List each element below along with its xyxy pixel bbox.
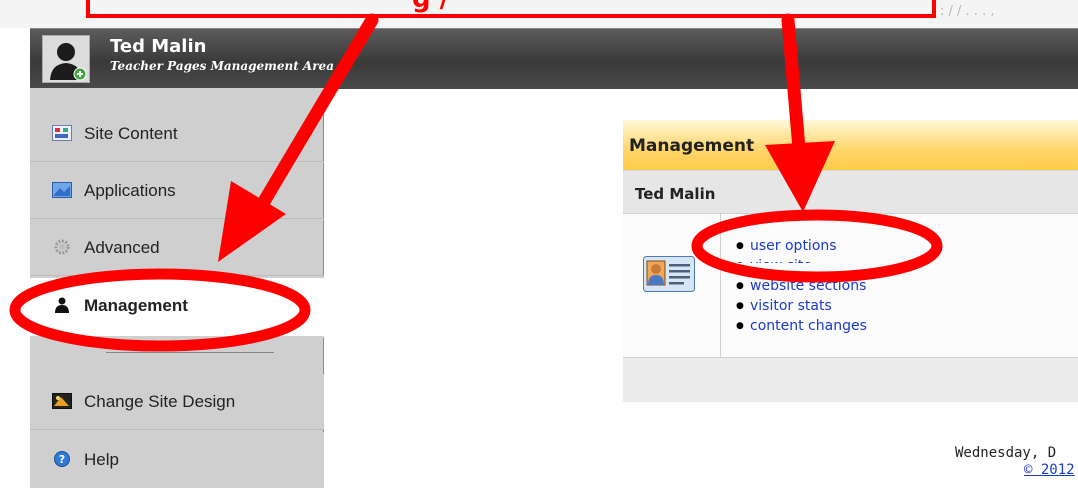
annotation-arrow-right xyxy=(781,13,807,167)
annotation-overlay xyxy=(9,13,943,352)
annotation-arrow-left xyxy=(243,13,379,232)
annotation-ellipse-user-options xyxy=(691,209,943,283)
annotation-ellipse-management xyxy=(9,268,311,352)
annotation-arrowhead-right xyxy=(765,141,835,212)
